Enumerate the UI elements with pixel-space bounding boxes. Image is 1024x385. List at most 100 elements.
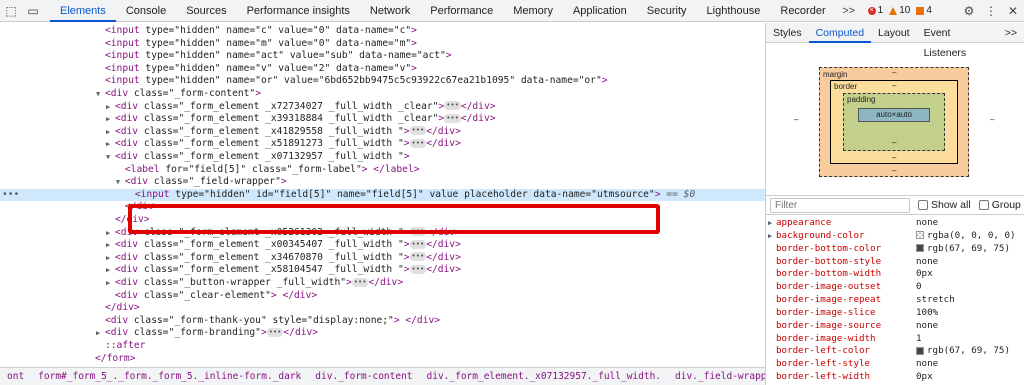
dom-node-line[interactable]: ▶ <div class="_form_element _x41829558 _f… (0, 126, 765, 139)
issue-counters[interactable]: × 1 10 4 (867, 5, 932, 16)
dom-node-line[interactable]: <input type="hidden" name="or" value="6b… (0, 75, 765, 88)
sidebar-tab-layout[interactable]: Layout (871, 23, 917, 43)
settings-gear-icon[interactable]: ⚙ (958, 0, 980, 22)
dom-node-line[interactable]: ▶ <div class="_form_element _x51891273 _f… (0, 138, 765, 151)
collapsed-triangle-icon[interactable]: ▶ (106, 126, 115, 139)
computed-property-row[interactable]: border-left-style none (766, 358, 1024, 371)
collapsed-triangle-icon[interactable]: ▶ (106, 227, 115, 240)
tab-network[interactable]: Network (360, 0, 420, 22)
dom-node-line[interactable]: ▶ <div class="_form_element _x58104547 _f… (0, 264, 765, 277)
tab-performance[interactable]: Performance (420, 0, 503, 22)
box-model-border[interactable]: border – – padding – auto×auto (830, 80, 958, 164)
dom-node-line[interactable]: ▶ <div class="_form_element _x39318884 _f… (0, 113, 765, 126)
collapsed-ellipsis-button[interactable]: ••• (409, 126, 427, 136)
computed-property-row[interactable]: border-bottom-color rgb(67, 69, 75) (766, 243, 1024, 256)
dom-node-line[interactable]: ::after (0, 340, 765, 353)
collapsed-triangle-icon[interactable]: ▶ (106, 239, 115, 252)
collapsed-triangle-icon[interactable]: ▶ (106, 101, 115, 114)
dom-node-line[interactable]: ▶ <div class="_button-wrapper _full_width… (0, 277, 765, 290)
dom-node-line[interactable]: ▶ <div class="_form_element _x72734027 _f… (0, 101, 765, 114)
sidebar-tab-computed[interactable]: Computed (808, 23, 872, 43)
computed-property-row[interactable]: border-bottom-style none (766, 256, 1024, 269)
sidebar-tab-styles[interactable]: Styles (766, 23, 809, 43)
collapsed-triangle-icon[interactable]: ▶ (106, 277, 115, 290)
color-swatch-icon[interactable] (916, 244, 924, 253)
collapsed-triangle-icon[interactable]: ▶ (106, 138, 115, 151)
dom-node-line[interactable]: </form> (0, 353, 765, 366)
tab-performance-insights[interactable]: Performance insights (237, 0, 360, 22)
dom-node-line[interactable]: <input type="hidden" name="m" value="0" … (0, 38, 765, 51)
computed-property-row[interactable]: border-image-width 1 (766, 333, 1024, 346)
tab-memory[interactable]: Memory (503, 0, 563, 22)
computed-property-row[interactable]: border-image-slice 100% (766, 307, 1024, 320)
expand-arrow-icon[interactable]: ▶ (768, 230, 772, 243)
tab-elements[interactable]: Elements (50, 0, 116, 22)
breadcrumb-item[interactable]: div._form_element._x07132957._full_width… (420, 371, 669, 382)
dom-node-line[interactable]: <div class="_form-thank-you" style="disp… (0, 315, 765, 328)
collapsed-ellipsis-button[interactable]: ••• (409, 252, 427, 262)
collapsed-ellipsis-button[interactable]: ••• (444, 101, 461, 111)
dom-node-line[interactable]: ▶ <div class="_form_element _x00345407 _f… (0, 239, 765, 252)
dom-node-line[interactable]: ▼ <div class="_form_element _x07132957 _f… (0, 151, 765, 164)
color-swatch-icon[interactable] (916, 346, 924, 355)
box-model-content[interactable]: auto×auto (858, 108, 930, 122)
tab-sources[interactable]: Sources (176, 0, 236, 22)
tab-security[interactable]: Security (637, 0, 697, 22)
collapsed-triangle-icon[interactable]: ▶ (96, 327, 105, 340)
computed-property-row[interactable]: border-image-outset 0 (766, 281, 1024, 294)
node-actions-icon[interactable]: ••• (2, 189, 19, 202)
tab-lighthouse[interactable]: Lighthouse (697, 0, 771, 22)
collapsed-triangle-icon[interactable]: ▶ (106, 113, 115, 126)
breadcrumb-item[interactable]: form#_form_5_._form._form_5._inline-form… (31, 371, 308, 382)
computed-property-row[interactable]: border-image-repeat stretch (766, 294, 1024, 307)
more-tabs-button[interactable]: >> (836, 5, 862, 17)
collapsed-triangle-icon[interactable]: ▶ (106, 252, 115, 265)
dom-node-line[interactable]: ▼ <div class="_form-content"> (0, 88, 765, 101)
tab-recorder[interactable]: Recorder (770, 0, 835, 22)
computed-property-row[interactable]: border-bottom-width 0px (766, 268, 1024, 281)
tab-application[interactable]: Application (563, 0, 637, 22)
collapsed-ellipsis-button[interactable]: ••• (409, 138, 427, 148)
breadcrumb-item[interactable]: div._field-wrapper (668, 371, 765, 382)
inspect-element-icon[interactable]: ⬚ (0, 0, 22, 22)
expanded-triangle-icon[interactable]: ▼ (106, 151, 115, 164)
computed-property-row[interactable]: border-left-width 0px (766, 371, 1024, 384)
kebab-menu-icon[interactable]: ⋮ (980, 0, 1002, 22)
dom-node-line[interactable]: </div> (0, 302, 765, 315)
dom-node-line[interactable]: <input type="hidden" name="c" value="0" … (0, 25, 765, 38)
dom-node-line[interactable]: ▶ <div class="_form_element _x34670870 _f… (0, 252, 765, 265)
collapsed-ellipsis-button[interactable]: ••• (409, 264, 427, 274)
elements-dom-tree[interactable]: </form> ::after ▶ <div class="_form-brandi… (0, 23, 765, 367)
expanded-triangle-icon[interactable]: ▼ (116, 176, 125, 189)
box-model-margin[interactable]: margin – – border – – padding – auto×aut… (819, 67, 969, 177)
computed-property-row[interactable]: border-image-source none (766, 320, 1024, 333)
tab-console[interactable]: Console (116, 0, 176, 22)
selected-dom-node[interactable]: <input type="hidden" id="field[5]" name=… (0, 188, 765, 202)
sidebar-more-tabs-button[interactable]: >> (998, 23, 1024, 43)
dom-node-line[interactable]: <input type="hidden" name="act" value="s… (0, 50, 765, 63)
dom-node-line[interactable]: <label for="field[5]" class="_form-label… (0, 164, 765, 177)
collapsed-ellipsis-button[interactable]: ••• (351, 277, 369, 287)
sidebar-tab-event-listeners[interactable]: Event Listeners (917, 23, 998, 59)
group-checkbox[interactable]: Group (978, 199, 1021, 211)
show-all-checkbox[interactable]: Show all (918, 199, 971, 211)
expanded-triangle-icon[interactable]: ▼ (96, 88, 105, 101)
dom-node-line[interactable]: ▶ <div class="_form-branding"> ••• </div> (0, 327, 765, 340)
collapsed-ellipsis-button[interactable]: ••• (409, 239, 427, 249)
expand-arrow-icon[interactable]: ▶ (768, 217, 772, 230)
box-model-padding[interactable]: padding – auto×auto (843, 93, 945, 151)
collapsed-ellipsis-button[interactable]: ••• (266, 327, 284, 337)
filter-input[interactable] (770, 197, 910, 213)
close-icon[interactable]: ✕ (1002, 0, 1024, 22)
computed-property-row[interactable]: ▶ background-color rgba(0, 0, 0, 0) (766, 230, 1024, 243)
device-toolbar-icon[interactable]: ▭ (22, 0, 44, 22)
breadcrumb-item[interactable]: div._form-content (308, 371, 419, 382)
breadcrumb-item[interactable]: ont (0, 371, 31, 382)
collapsed-triangle-icon[interactable]: ▶ (106, 264, 115, 277)
computed-property-row[interactable]: border-left-color rgb(67, 69, 75) (766, 345, 1024, 358)
dom-node-line[interactable]: ▼ <div class="_field-wrapper"> (0, 176, 765, 189)
dom-node-line[interactable]: <div class="_clear-element"> </div> (0, 290, 765, 303)
computed-property-row[interactable]: ▶ appearance none (766, 217, 1024, 230)
color-swatch-icon[interactable] (916, 231, 924, 240)
dom-node-line[interactable]: <input type="hidden" name="v" value="2" … (0, 63, 765, 76)
